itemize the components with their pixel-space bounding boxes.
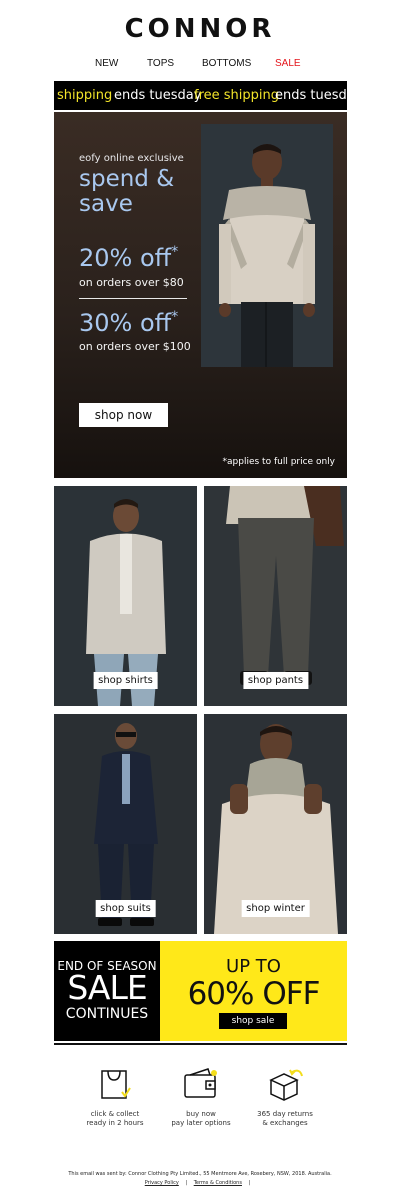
shop-sale-button[interactable]: shop sale bbox=[219, 1013, 287, 1029]
footer-separator: | bbox=[185, 1180, 188, 1186]
ticker-segment: shipping bbox=[57, 88, 113, 103]
hero-headline: spend & save bbox=[79, 166, 175, 217]
offer-2-mark: * bbox=[171, 309, 179, 325]
shop-pants-button[interactable]: shop pants bbox=[242, 672, 309, 689]
shop-now-button[interactable]: shop now bbox=[79, 403, 168, 427]
offer-divider bbox=[79, 298, 187, 299]
sale-right-panel: UP TO 60% OFF shop sale bbox=[160, 941, 347, 1041]
offer-1-condition: on orders over $80 bbox=[79, 276, 184, 289]
category-tile-winter[interactable]: shop winter bbox=[204, 714, 347, 934]
privacy-policy-link[interactable]: Privacy Policy bbox=[145, 1180, 179, 1186]
offer-2-amount-text: 30% off bbox=[79, 309, 172, 337]
ticker-segment: ends tuesday bbox=[275, 88, 347, 103]
footer-links: Privacy Policy | Terms & Conditions | bbox=[0, 1180, 400, 1186]
hero-banner[interactable]: eofy online exclusive spend & save 20% o… bbox=[54, 112, 347, 478]
sale-discount: 60% OFF bbox=[187, 976, 321, 1012]
offer-1-mark: * bbox=[171, 244, 179, 260]
hero-kicker: eofy online exclusive bbox=[79, 153, 184, 164]
offer-2-condition: on orders over $100 bbox=[79, 340, 191, 353]
shop-suits-button[interactable]: shop suits bbox=[95, 900, 156, 917]
ticker-segment: ends tuesday bbox=[114, 88, 202, 103]
hero-disclaimer: *applies to full price only bbox=[222, 457, 335, 467]
sale-heading: SALE bbox=[67, 968, 147, 1007]
promo-ticker[interactable]: shipping ends tuesday free shipping ends… bbox=[54, 81, 347, 110]
feature-click-collect: click & collect ready in 2 hours bbox=[65, 1066, 165, 1128]
footer-separator: | bbox=[248, 1180, 251, 1186]
nav-item-new[interactable]: NEW bbox=[95, 58, 118, 69]
wallet-icon bbox=[184, 1068, 217, 1098]
feature-text: click & collect ready in 2 hours bbox=[86, 1110, 144, 1127]
shopping-bag-icon bbox=[101, 1070, 131, 1099]
category-tile-shirts[interactable]: shop shirts bbox=[54, 486, 197, 706]
main-nav: NEW TOPS BOTTOMS SALE bbox=[0, 58, 400, 72]
offer-1-amount: 20% off* bbox=[79, 244, 178, 272]
terms-link[interactable]: Terms & Conditions bbox=[194, 1180, 242, 1186]
shop-shirts-button[interactable]: shop shirts bbox=[93, 672, 158, 689]
hero-model-photo bbox=[201, 124, 333, 367]
section-divider bbox=[54, 1043, 347, 1045]
shop-winter-button[interactable]: shop winter bbox=[241, 900, 310, 917]
return-box-icon bbox=[269, 1069, 303, 1101]
nav-item-bottoms[interactable]: BOTTOMS bbox=[202, 58, 251, 69]
ticker-segment: free shipping bbox=[194, 88, 279, 103]
offer-1-amount-text: 20% off bbox=[79, 244, 172, 272]
nav-item-sale[interactable]: SALE bbox=[275, 58, 301, 69]
nav-item-tops[interactable]: TOPS bbox=[147, 58, 174, 69]
brand-logo[interactable]: CONNOR bbox=[0, 14, 400, 44]
category-tile-suits[interactable]: shop suits bbox=[54, 714, 197, 934]
category-tile-pants[interactable]: shop pants bbox=[204, 486, 347, 706]
feature-text: 365 day returns & exchanges bbox=[257, 1110, 313, 1127]
end-of-season-sale-banner[interactable]: END OF SEASON SALE CONTINUES UP TO 60% O… bbox=[54, 941, 347, 1041]
feature-returns: 365 day returns & exchanges bbox=[235, 1066, 335, 1128]
sale-up-to: UP TO bbox=[226, 956, 281, 977]
sale-left-panel: END OF SEASON SALE CONTINUES bbox=[54, 941, 160, 1041]
footer-sender: This email was sent by: Connor Clothing … bbox=[68, 1171, 332, 1177]
sale-subheading: CONTINUES bbox=[65, 1006, 149, 1022]
offer-2-amount: 30% off* bbox=[79, 309, 178, 337]
